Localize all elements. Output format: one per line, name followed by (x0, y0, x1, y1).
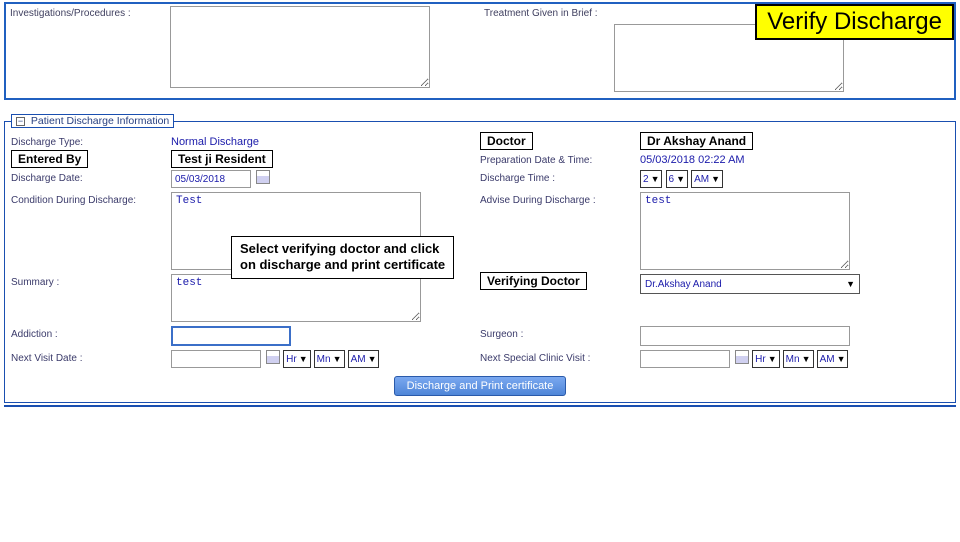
bottom-divider (4, 405, 956, 407)
next-visit-ampm-select[interactable]: AM▼ (348, 350, 380, 368)
collapse-icon[interactable]: − (16, 117, 25, 126)
verifying-doctor-annotation: Verifying Doctor (480, 272, 587, 290)
advise-label: Advise During Discharge : (480, 192, 640, 206)
time-hr-select[interactable]: 2▼ (640, 170, 662, 188)
patient-discharge-fieldset: − Patient Discharge Information Discharg… (4, 114, 956, 403)
next-clinic-label: Next Special Clinic Visit : (480, 350, 640, 364)
treatment-label: Treatment Given in Brief : (484, 6, 614, 19)
discharge-print-button[interactable]: Discharge and Print certificate (394, 376, 567, 396)
next-visit-date-input[interactable] (171, 350, 261, 368)
next-visit-label: Next Visit Date : (11, 350, 171, 364)
fieldset-title: Patient Discharge Information (31, 115, 169, 127)
calendar-icon[interactable] (735, 350, 749, 364)
top-fields-panel: Investigations/Procedures : Treatment Gi… (4, 2, 956, 100)
next-clinic-date-input[interactable] (640, 350, 730, 368)
time-mn-select[interactable]: 6▼ (666, 170, 688, 188)
investigations-label: Investigations/Procedures : (10, 6, 170, 19)
time-ampm-select[interactable]: AM▼ (691, 170, 723, 188)
calendar-icon[interactable] (266, 350, 280, 364)
verify-discharge-banner: Verify Discharge (755, 4, 954, 40)
prep-date-value: 05/03/2018 02:22 AM (640, 152, 745, 166)
verifying-doctor-select[interactable]: Dr.Akshay Anand ▼ (640, 274, 860, 294)
investigations-textarea[interactable] (170, 6, 430, 88)
callout-line2: on discharge and print certificate (240, 257, 445, 273)
next-clinic-ampm-select[interactable]: AM▼ (817, 350, 849, 368)
entered-by-annotation: Entered By (11, 150, 88, 168)
next-visit-hr-select[interactable]: Hr▼ (283, 350, 310, 368)
calendar-icon[interactable] (256, 170, 270, 184)
callout-line1: Select verifying doctor and click (240, 241, 445, 257)
next-visit-mn-select[interactable]: Mn▼ (314, 350, 345, 368)
entered-by-name-annotation: Test ji Resident (171, 150, 273, 168)
fieldset-legend: − Patient Discharge Information (11, 114, 174, 128)
addiction-label: Addiction : (11, 326, 171, 340)
surgeon-input[interactable] (640, 326, 850, 346)
addiction-input[interactable] (171, 326, 291, 346)
advise-textarea[interactable]: test (640, 192, 850, 270)
discharge-date-label: Discharge Date: (11, 170, 171, 184)
verifying-doctor-value: Dr.Akshay Anand (645, 279, 722, 290)
next-clinic-hr-select[interactable]: Hr▼ (752, 350, 779, 368)
prep-date-label: Preparation Date & Time: (480, 152, 640, 166)
summary-textarea[interactable]: test (171, 274, 421, 322)
doctor-name-annotation: Dr Akshay Anand (640, 132, 753, 150)
discharge-date-input[interactable] (171, 170, 251, 188)
condition-label: Condition During Discharge: (11, 192, 171, 206)
summary-label: Summary : (11, 274, 171, 288)
next-clinic-mn-select[interactable]: Mn▼ (783, 350, 814, 368)
discharge-type-value: Normal Discharge (171, 134, 259, 148)
instruction-callout: Select verifying doctor and click on dis… (231, 236, 454, 279)
discharge-type-label: Discharge Type: (11, 134, 171, 148)
chevron-down-icon: ▼ (846, 279, 855, 289)
discharge-time-label: Discharge Time : (480, 170, 640, 184)
doctor-annotation: Doctor (480, 132, 533, 150)
surgeon-label: Surgeon : (480, 326, 640, 340)
